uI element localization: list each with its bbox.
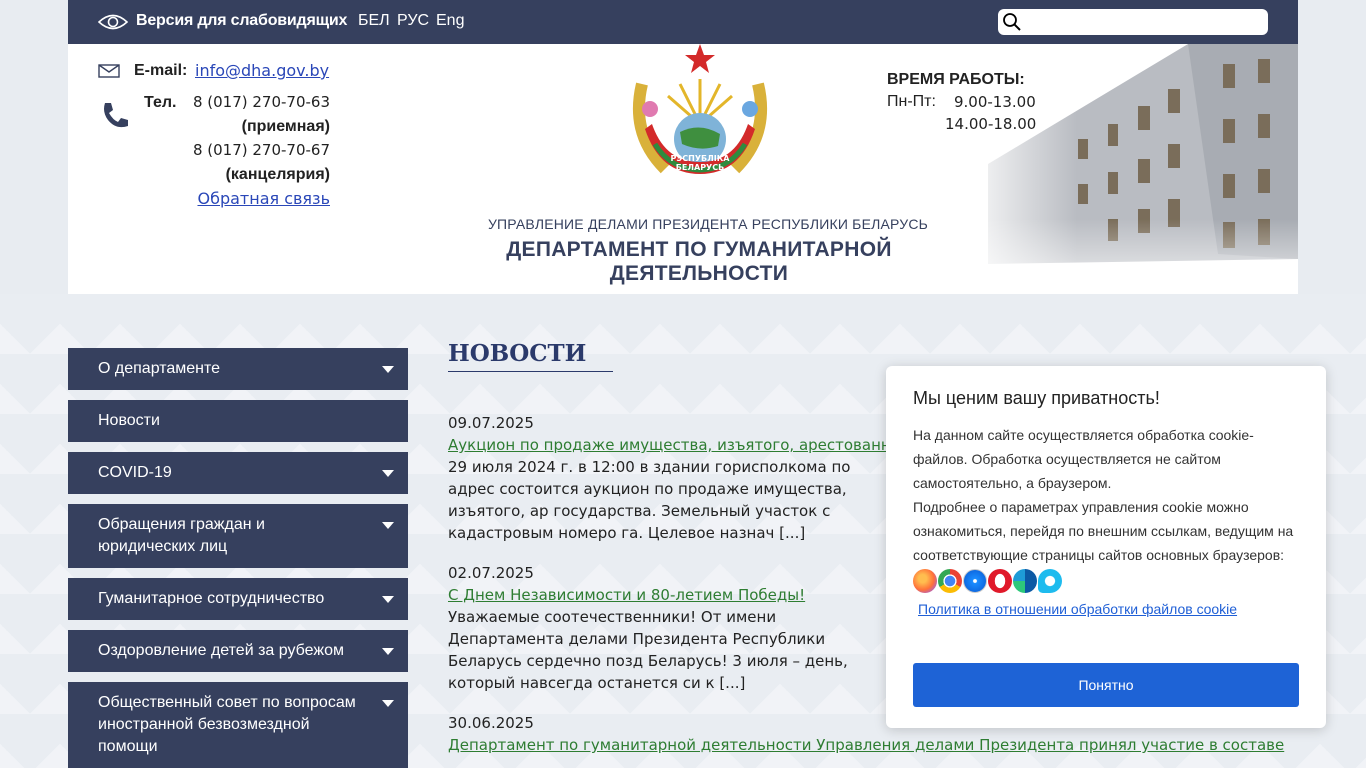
svg-text:БЕЛАРУСЬ: БЕЛАРУСЬ xyxy=(676,163,724,172)
chevron-down-icon[interactable] xyxy=(382,470,394,477)
chevron-down-icon[interactable] xyxy=(382,648,394,655)
sidebar-item-humanitarian[interactable]: Гуманитарное сотрудничество xyxy=(68,578,408,620)
sidebar-item-label: Обращения граждан и юридических лиц xyxy=(98,516,265,555)
cookie-text-browsers: Подробнее о параметрах управления cookie… xyxy=(913,499,1294,563)
sidebar-item-covid[interactable]: COVID-19 xyxy=(68,452,408,494)
search-box xyxy=(998,9,1268,35)
sidebar-item-children-recovery[interactable]: Оздоровление детей за рубежом xyxy=(68,630,408,672)
page-title: НОВОСТИ xyxy=(448,340,613,372)
top-bar: Версия для слабовидящих БЕЛ РУС Eng xyxy=(68,0,1298,44)
safari-icon[interactable] xyxy=(963,569,987,593)
opera-icon[interactable] xyxy=(988,569,1012,593)
hours-morning: 9.00-13.00 xyxy=(954,93,1036,111)
sidebar-item-label: Оздоровление детей за рубежом xyxy=(98,642,344,659)
hours-title: ВРЕМЯ РАБОТЫ: xyxy=(887,71,1025,88)
phone-office-note: (канцелярия) xyxy=(225,166,330,183)
coat-of-arms-emblem[interactable]: РЭСПУБЛІКА БЕЛАРУСЬ xyxy=(620,44,780,194)
lang-bel[interactable]: БЕЛ xyxy=(358,12,390,30)
sidebar-item-appeals[interactable]: Обращения граждан и юридических лиц xyxy=(68,504,408,568)
accept-cookies-button[interactable]: Понятно xyxy=(913,663,1299,707)
search-input[interactable] xyxy=(1026,11,1262,33)
tel-label: Тел. xyxy=(144,94,177,111)
cookie-consent-dialog: Мы ценим вашу приватность! На данном сай… xyxy=(886,366,1326,728)
news-excerpt: 29 июля 2024 г. в 12:00 в здании гориспо… xyxy=(448,458,851,542)
feedback-link[interactable]: Обратная связь xyxy=(197,189,330,208)
phone-office: 8 (017) 270-70-67 xyxy=(192,141,330,159)
lang-eng[interactable]: Eng xyxy=(436,12,464,30)
low-vision-link[interactable]: Версия для слабовидящих xyxy=(136,12,347,30)
lang-rus[interactable]: РУС xyxy=(397,12,429,30)
chevron-down-icon[interactable] xyxy=(382,366,394,373)
chevron-down-icon[interactable] xyxy=(382,522,394,529)
firefox-icon[interactable] xyxy=(913,569,937,593)
org-title: ДЕПАРТАМЕНТ ПО ГУМАНИТАРНОЙ ДЕЯТЕЛЬНОСТИ xyxy=(506,238,892,285)
mail-icon xyxy=(98,64,120,78)
chevron-down-icon[interactable] xyxy=(382,700,394,707)
browser-links xyxy=(913,569,1299,593)
phone-icon xyxy=(104,103,128,128)
chevron-down-icon[interactable] xyxy=(382,596,394,603)
chrome-icon[interactable] xyxy=(938,569,962,593)
org-subtitle: УПРАВЛЕНИЕ ДЕЛАМИ ПРЕЗИДЕНТА РЕСПУБЛИКИ … xyxy=(487,216,929,232)
phone-reception: 8 (017) 270-70-63 xyxy=(192,93,330,111)
sidebar-item-public-council[interactable]: Общественный совет по вопросам иностранн… xyxy=(68,682,408,768)
sidebar-menu: О департаменте Новости COVID-19 Обращени… xyxy=(68,348,408,768)
sidebar-item-label: COVID-19 xyxy=(98,464,172,481)
news-excerpt: Уважаемые соотечественники! От имени Деп… xyxy=(448,608,848,692)
hours-afternoon: 14.00-18.00 xyxy=(945,115,1037,133)
sidebar-item-about[interactable]: О департаменте xyxy=(68,348,408,390)
eye-icon[interactable] xyxy=(98,13,128,31)
cookie-text-processing: На данном сайте осуществляется обработка… xyxy=(913,427,1254,491)
email-link[interactable]: info@dha.gov.by xyxy=(195,61,329,80)
sidebar-item-label: Гуманитарное сотрудничество xyxy=(98,590,325,607)
hours-days: Пн-Пт: xyxy=(887,93,936,110)
cookie-title: Мы ценим вашу приватность! xyxy=(913,388,1160,408)
phone-reception-note: (приемная) xyxy=(241,118,330,135)
sidebar-item-label: Новости xyxy=(98,412,160,429)
search-icon[interactable] xyxy=(1002,12,1022,32)
svg-text:РЭСПУБЛІКА: РЭСПУБЛІКА xyxy=(671,154,731,163)
sidebar-item-news[interactable]: Новости xyxy=(68,400,408,442)
email-label: E-mail: xyxy=(134,62,188,79)
cookie-policy-link[interactable]: Политика в отношении обработки файлов co… xyxy=(918,601,1299,617)
sidebar-item-label: Общественный совет по вопросам иностранн… xyxy=(98,694,356,755)
edge-icon[interactable] xyxy=(1013,569,1037,593)
sidebar-item-label: О департаменте xyxy=(98,360,221,377)
site-header: E-mail: info@dha.gov.by Тел. 8 (017) 270… xyxy=(68,44,1298,294)
ie-icon[interactable] xyxy=(1038,569,1062,593)
news-link[interactable]: Департамент по гуманитарной деятельности… xyxy=(448,734,1298,756)
